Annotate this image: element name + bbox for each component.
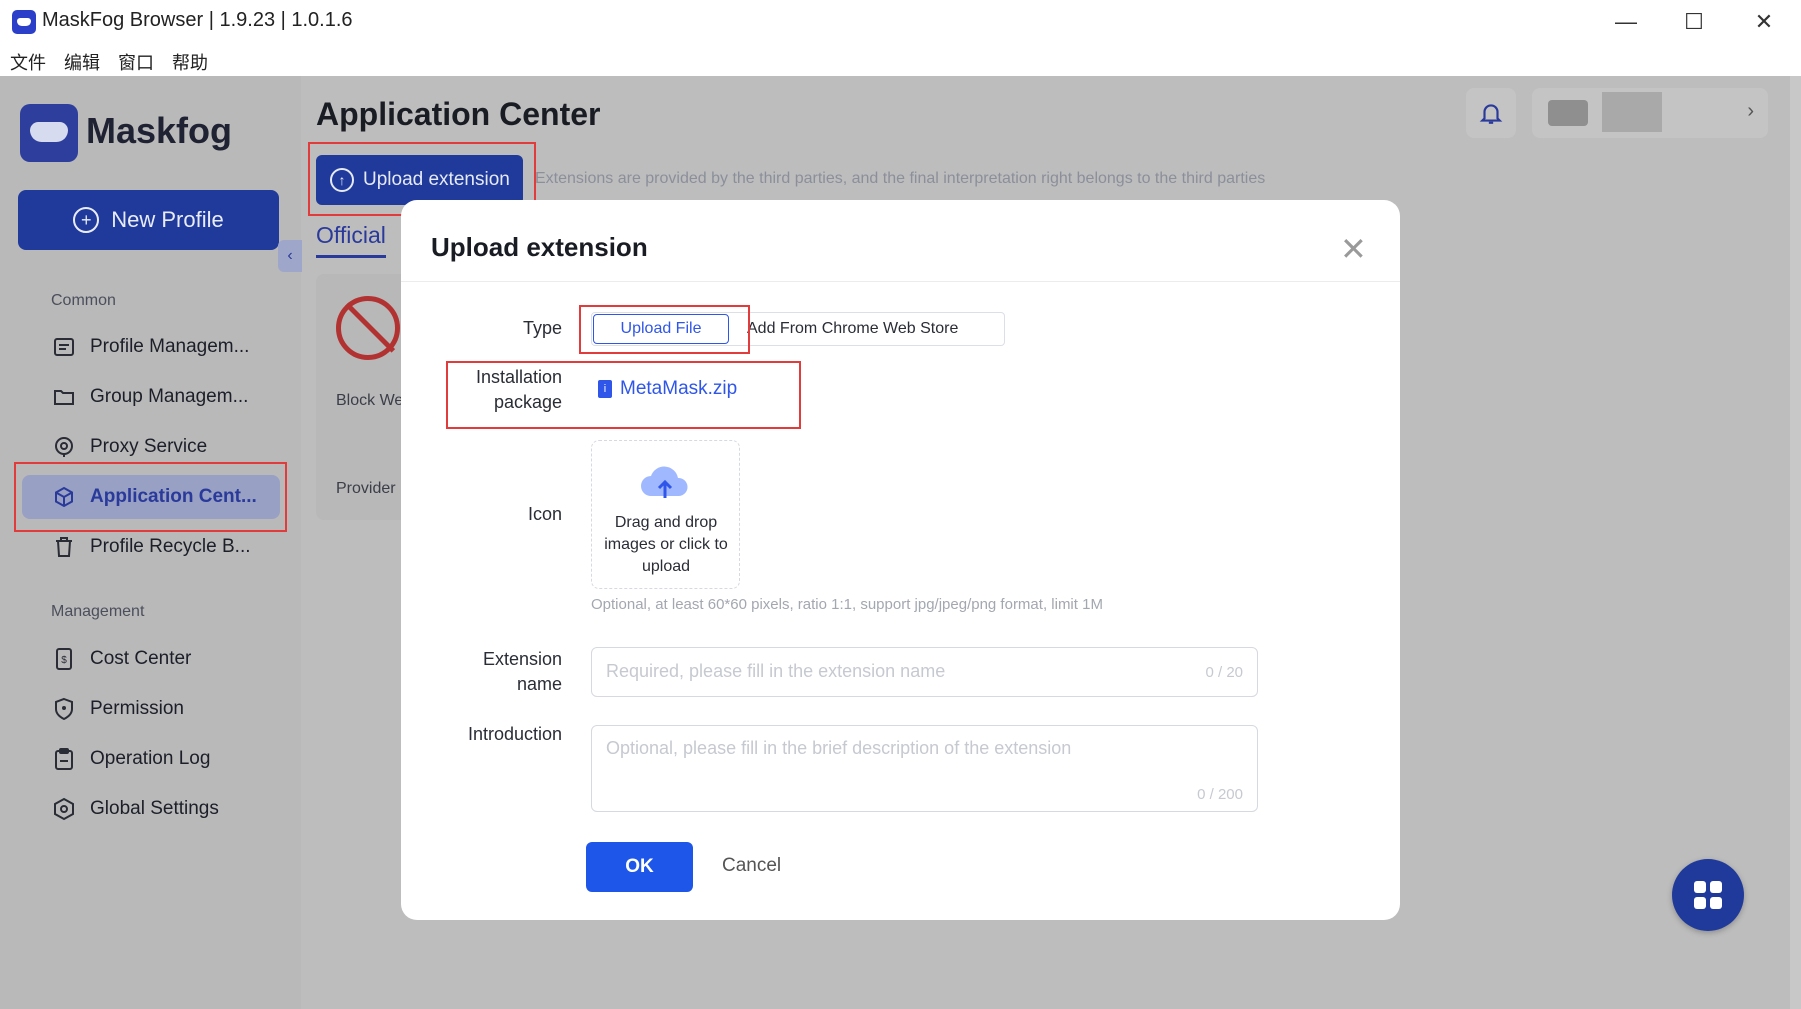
- extension-name-counter: 0 / 20: [1205, 664, 1243, 681]
- sidebar-item-permission[interactable]: Permission: [22, 687, 280, 731]
- upload-extension-dialog: [401, 200, 1400, 920]
- new-profile-button[interactable]: + New Profile: [18, 190, 279, 250]
- sidebar-item-label: Global Settings: [90, 798, 219, 819]
- extension-card-provider: Provider: [336, 480, 396, 497]
- minimize-icon[interactable]: —: [1596, 6, 1656, 38]
- close-icon[interactable]: ✕: [1340, 230, 1367, 268]
- block-notification-icon: [336, 296, 400, 360]
- sidebar-item-label: Group Managem...: [90, 386, 249, 407]
- maximize-icon[interactable]: ☐: [1664, 6, 1724, 38]
- apps-grid-icon: [1694, 881, 1722, 909]
- trash-icon: [52, 535, 76, 559]
- clipboard-icon: [52, 747, 76, 771]
- window-title: MaskFog Browser | 1.9.23 | 1.0.1.6: [42, 9, 353, 31]
- menu-bar: 文件 编辑 窗口 帮助: [0, 44, 1801, 76]
- sidebar-item-cost-center[interactable]: $ Cost Center: [22, 637, 280, 681]
- sidebar-item-label: Cost Center: [90, 648, 192, 669]
- sidebar-item-label: Proxy Service: [90, 436, 208, 457]
- location-icon: [52, 435, 76, 459]
- sidebar-item-label: Operation Log: [90, 748, 211, 769]
- sidebar-item-profile-recycle-bin[interactable]: Profile Recycle B...: [22, 525, 280, 569]
- introduction-label: Introduction: [467, 724, 562, 744]
- dialog-divider: [401, 281, 1400, 282]
- introduction-counter: 0 / 200: [1197, 786, 1243, 803]
- user-account-menu[interactable]: ›: [1532, 88, 1768, 138]
- dialog-title: Upload extension: [431, 232, 648, 262]
- type-label: Type: [522, 318, 562, 338]
- tab-official[interactable]: Official: [316, 222, 386, 258]
- cloud-upload-icon: [637, 462, 693, 502]
- third-party-notice: Extensions are provided by the third par…: [535, 170, 1266, 187]
- section-management: Management: [51, 603, 145, 620]
- dropzone-text: Drag and drop images or click to upload: [604, 514, 728, 575]
- page-title: Application Center: [316, 96, 601, 132]
- maskfog-logo-icon: [20, 104, 78, 162]
- highlight-box-package: [446, 361, 801, 429]
- scrollbar[interactable]: [1790, 76, 1801, 1009]
- extension-name-label-line2: name: [516, 674, 562, 694]
- icon-label: Icon: [527, 504, 562, 524]
- menu-help[interactable]: 帮助: [172, 49, 208, 75]
- app-logo-icon: [12, 10, 36, 34]
- avatar: [1548, 100, 1588, 126]
- icon-hint: Optional, at least 60*60 pixels, ratio 1…: [591, 596, 1103, 613]
- ok-button[interactable]: OK: [586, 842, 693, 892]
- menu-file[interactable]: 文件: [10, 49, 46, 75]
- sidebar-item-label: Permission: [90, 698, 184, 719]
- apps-fab-button[interactable]: [1672, 859, 1744, 931]
- folder-icon: [52, 385, 76, 409]
- sidebar-item-group-management[interactable]: Group Managem...: [22, 375, 280, 419]
- highlight-box-sidebar: [14, 462, 287, 532]
- introduction-textarea[interactable]: Optional, please fill in the brief descr…: [591, 725, 1258, 812]
- hexagon-gear-icon: [52, 797, 76, 821]
- svg-text:$: $: [61, 655, 67, 666]
- plus-circle-icon: +: [73, 207, 100, 233]
- chevron-right-icon: ›: [1747, 100, 1754, 122]
- extension-name-input[interactable]: Required, please fill in the extension n…: [591, 647, 1258, 697]
- new-profile-label: New Profile: [111, 207, 224, 232]
- blurred-username: [1602, 92, 1662, 132]
- menu-edit[interactable]: 编辑: [64, 49, 100, 75]
- section-common: Common: [51, 292, 116, 309]
- sidebar-item-operation-log[interactable]: Operation Log: [22, 737, 280, 781]
- sidebar-item-profile-management[interactable]: Profile Managem...: [22, 325, 280, 369]
- type-option-chrome-web-store[interactable]: Add From Chrome Web Store: [747, 314, 997, 344]
- extension-name-label-line1: Extension: [482, 649, 562, 669]
- notification-bell-icon[interactable]: [1466, 88, 1516, 138]
- introduction-placeholder: Optional, please fill in the brief descr…: [606, 738, 1072, 758]
- highlight-box-type: [579, 305, 750, 354]
- extension-card-name: Block We: [336, 392, 404, 409]
- sidebar-item-label: Profile Managem...: [90, 336, 250, 357]
- close-window-icon[interactable]: ✕: [1734, 6, 1794, 38]
- profile-icon: [52, 335, 76, 359]
- menu-window[interactable]: 窗口: [118, 49, 154, 75]
- shield-icon: [52, 697, 76, 721]
- sidebar-item-label: Profile Recycle B...: [90, 536, 251, 557]
- title-bar: MaskFog Browser | 1.9.23 | 1.0.1.6 — ☐ ✕: [0, 0, 1801, 44]
- brand-name: Maskfog: [86, 110, 233, 151]
- extension-name-placeholder: Required, please fill in the extension n…: [606, 661, 946, 681]
- cancel-button[interactable]: Cancel: [722, 855, 781, 877]
- collapse-sidebar-icon[interactable]: ‹: [278, 240, 302, 272]
- sidebar-item-global-settings[interactable]: Global Settings: [22, 787, 280, 831]
- receipt-icon: $: [52, 647, 76, 671]
